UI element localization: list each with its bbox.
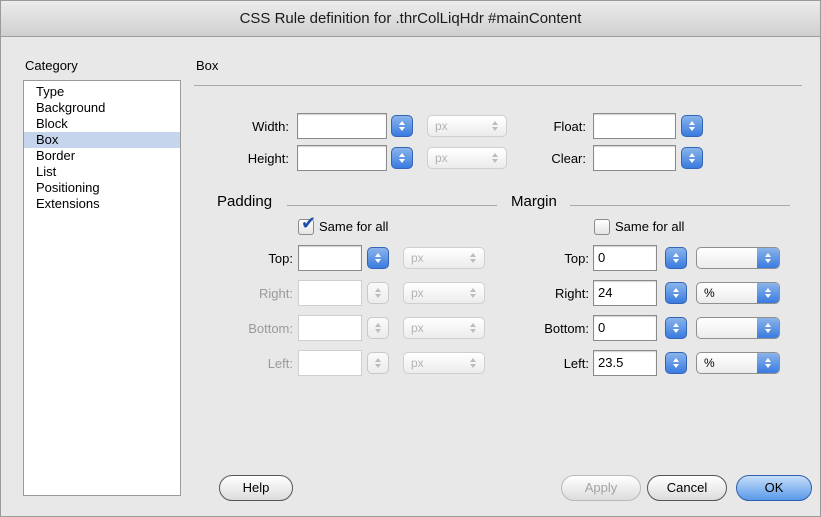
category-item-border[interactable]: Border xyxy=(24,148,180,164)
padding-top-stepper[interactable] xyxy=(367,247,389,269)
panel-divider xyxy=(194,85,802,86)
category-item-block[interactable]: Block xyxy=(24,116,180,132)
margin-right-unit-arrows-icon xyxy=(757,283,779,303)
padding-top-unit-arrows-icon xyxy=(462,248,484,268)
padding-top-label: Top: xyxy=(268,251,293,266)
padding-right-unit-arrows-icon xyxy=(462,283,484,303)
height-unit-arrows-icon xyxy=(484,148,506,168)
category-item-type[interactable]: Type xyxy=(24,84,180,100)
padding-left-label: Left: xyxy=(267,356,293,371)
window-title: CSS Rule definition for .thrColLiqHdr #m… xyxy=(1,1,820,37)
padding-right-stepper xyxy=(367,282,389,304)
margin-group-title: Margin xyxy=(511,193,557,210)
apply-button: Apply xyxy=(561,475,641,501)
margin-right-unit-value: % xyxy=(704,286,715,300)
help-button[interactable]: Help xyxy=(219,475,293,501)
float-dropdown-button[interactable] xyxy=(681,115,703,137)
padding-left-input xyxy=(298,350,362,376)
padding-bottom-label: Bottom: xyxy=(248,321,293,336)
float-select[interactable] xyxy=(593,113,676,139)
margin-bottom-label: Bottom: xyxy=(544,321,589,336)
width-label: Width: xyxy=(252,119,289,134)
category-item-list[interactable]: List xyxy=(24,164,180,180)
padding-group-title: Padding xyxy=(217,193,273,210)
padding-right-unit-select: px xyxy=(403,282,485,304)
clear-dropdown-button[interactable] xyxy=(681,147,703,169)
category-list[interactable]: Type Background Block Box Border List Po… xyxy=(23,80,181,496)
padding-right-label: Right: xyxy=(259,286,293,301)
margin-top-stepper[interactable] xyxy=(665,247,687,269)
width-unit-select: px xyxy=(427,115,507,137)
category-item-positioning[interactable]: Positioning xyxy=(24,180,180,196)
margin-same-for-all-label: Same for all xyxy=(615,219,685,234)
margin-right-unit-select[interactable]: % xyxy=(696,282,780,304)
padding-right-unit-value: px xyxy=(411,286,424,300)
category-item-background[interactable]: Background xyxy=(24,100,180,116)
margin-bottom-unit-arrows-icon xyxy=(757,318,779,338)
margin-bottom-input[interactable]: 0 xyxy=(593,315,657,341)
width-unit-value: px xyxy=(435,119,448,133)
ok-button[interactable]: OK xyxy=(736,475,812,501)
category-item-extensions[interactable]: Extensions xyxy=(24,196,180,212)
padding-right-input xyxy=(298,280,362,306)
padding-bottom-unit-select: px xyxy=(403,317,485,339)
height-value-stepper[interactable] xyxy=(391,147,413,169)
category-header: Category xyxy=(25,58,78,73)
padding-bottom-stepper xyxy=(367,317,389,339)
margin-bottom-stepper[interactable] xyxy=(665,317,687,339)
height-label: Height: xyxy=(247,151,289,166)
height-input[interactable] xyxy=(297,145,387,171)
padding-left-stepper xyxy=(367,352,389,374)
padding-top-unit-select: px xyxy=(403,247,485,269)
margin-left-input[interactable]: 23.5 xyxy=(593,350,657,376)
margin-left-stepper[interactable] xyxy=(665,352,687,374)
clear-label: Clear: xyxy=(551,151,586,166)
padding-same-for-all-label: Same for all xyxy=(319,219,389,234)
padding-top-input[interactable] xyxy=(298,245,362,271)
width-value-stepper[interactable] xyxy=(391,115,413,137)
padding-divider xyxy=(287,205,497,206)
margin-left-unit-select[interactable]: % xyxy=(696,352,780,374)
margin-divider xyxy=(570,205,790,206)
height-unit-select: px xyxy=(427,147,507,169)
margin-left-label: Left: xyxy=(563,356,589,371)
css-rule-dialog: CSS Rule definition for .thrColLiqHdr #m… xyxy=(0,0,821,517)
checkmark-icon: ✔ xyxy=(301,213,317,233)
clear-select[interactable] xyxy=(593,145,676,171)
padding-same-for-all-checkbox[interactable]: ✔ xyxy=(298,214,316,235)
margin-top-unit-arrows-icon xyxy=(757,248,779,268)
float-label: Float: xyxy=(553,119,586,134)
padding-bottom-unit-value: px xyxy=(411,321,424,335)
margin-right-stepper[interactable] xyxy=(665,282,687,304)
padding-left-unit-value: px xyxy=(411,356,424,370)
margin-top-label: Top: xyxy=(564,251,589,266)
padding-top-unit-value: px xyxy=(411,251,424,265)
margin-right-label: Right: xyxy=(555,286,589,301)
margin-left-unit-arrows-icon xyxy=(757,353,779,373)
margin-top-unit-select[interactable] xyxy=(696,247,780,269)
category-item-box[interactable]: Box xyxy=(24,132,180,148)
padding-bottom-input xyxy=(298,315,362,341)
padding-bottom-unit-arrows-icon xyxy=(462,318,484,338)
cancel-button[interactable]: Cancel xyxy=(647,475,727,501)
padding-left-unit-select: px xyxy=(403,352,485,374)
margin-bottom-unit-select[interactable] xyxy=(696,317,780,339)
height-unit-value: px xyxy=(435,151,448,165)
margin-same-for-all-checkbox[interactable] xyxy=(594,219,610,235)
margin-left-unit-value: % xyxy=(704,356,715,370)
width-unit-arrows-icon xyxy=(484,116,506,136)
padding-left-unit-arrows-icon xyxy=(462,353,484,373)
margin-top-input[interactable]: 0 xyxy=(593,245,657,271)
panel-title: Box xyxy=(196,58,219,73)
margin-right-input[interactable]: 24 xyxy=(593,280,657,306)
width-input[interactable] xyxy=(297,113,387,139)
